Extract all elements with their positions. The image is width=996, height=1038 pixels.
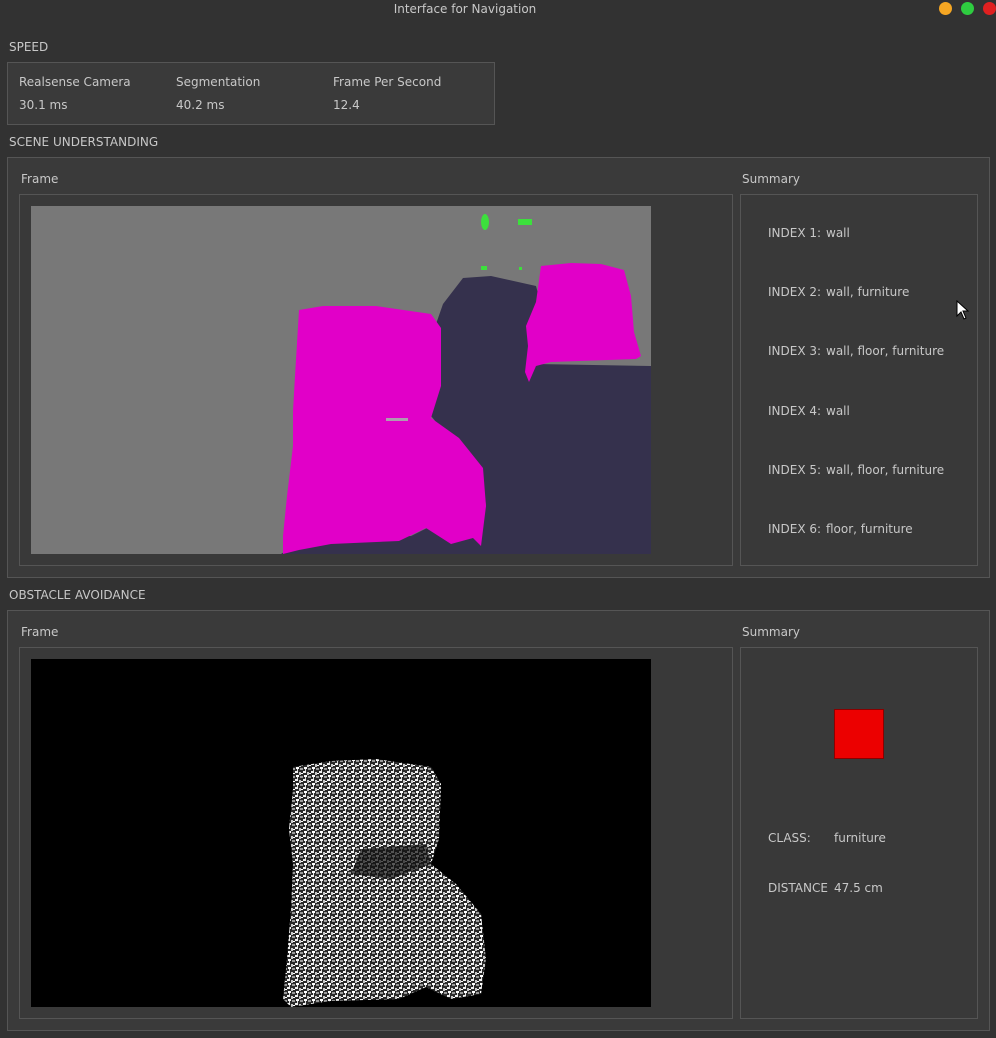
distance-value: 47.5 cm — [834, 881, 883, 895]
depth-frame — [31, 659, 651, 1007]
maximize-button[interactable] — [961, 2, 974, 15]
index-1-key: INDEX 1: — [768, 226, 822, 240]
obstacle-frame-label: Frame — [21, 625, 59, 639]
segmentation-image — [31, 206, 651, 554]
close-button[interactable] — [983, 2, 996, 15]
distance-key: DISTANCE — [768, 881, 828, 895]
scene-summary-label: Summary — [742, 172, 800, 186]
obstacle-section-label: OBSTACLE AVOIDANCE — [9, 588, 146, 602]
class-key: CLASS: — [768, 831, 811, 845]
segmentation-metric-value: 40.2 ms — [176, 98, 225, 112]
obstacle-indicator — [834, 709, 884, 759]
title-bar: Interface for Navigation — [0, 0, 996, 18]
segmentation-metric-label: Segmentation — [176, 75, 261, 89]
depth-image — [283, 759, 486, 1007]
obstacle-summary-panel: CLASS: furniture DISTANCE 47.5 cm — [740, 647, 978, 1019]
scene-summary-panel: INDEX 1: wall INDEX 2: wall, furniture I… — [740, 194, 978, 566]
index-5-key: INDEX 5: — [768, 463, 822, 477]
class-value: furniture — [834, 831, 886, 845]
minimize-button[interactable] — [939, 2, 952, 15]
index-6-value: floor, furniture — [826, 522, 913, 536]
speed-section-label: SPEED — [9, 40, 49, 54]
index-3-value: wall, floor, furniture — [826, 344, 945, 358]
index-1-value: wall — [826, 226, 850, 240]
index-3-key: INDEX 3: — [768, 344, 822, 358]
index-6-key: INDEX 6: — [768, 522, 822, 536]
segmentation-frame — [31, 206, 651, 554]
index-4-value: wall — [826, 404, 850, 418]
camera-metric-value: 30.1 ms — [19, 98, 68, 112]
index-5-value: wall, floor, furniture — [826, 463, 945, 477]
camera-metric-label: Realsense Camera — [19, 75, 131, 89]
obstacle-summary-label: Summary — [742, 625, 800, 639]
mouse-cursor-icon — [956, 299, 970, 323]
fps-metric-label: Frame Per Second — [333, 75, 442, 89]
scene-section-label: SCENE UNDERSTANDING — [9, 135, 159, 149]
window-title: Interface for Navigation — [393, 2, 537, 16]
scene-frame-label: Frame — [21, 172, 59, 186]
speed-panel: Realsense Camera 30.1 ms Segmentation 40… — [7, 62, 495, 125]
fps-metric-value: 12.4 — [333, 98, 360, 112]
index-2-key: INDEX 2: — [768, 285, 822, 299]
index-2-value: wall, furniture — [826, 285, 910, 299]
index-4-key: INDEX 4: — [768, 404, 822, 418]
